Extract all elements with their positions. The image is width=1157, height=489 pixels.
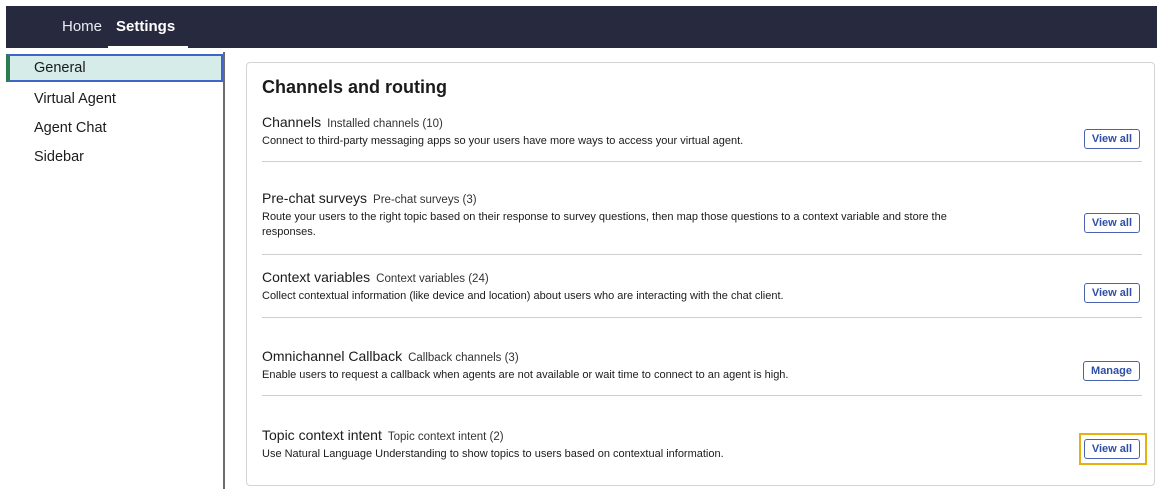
- row-description: Collect contextual information (like dev…: [262, 290, 784, 302]
- nav-settings[interactable]: Settings: [116, 6, 175, 48]
- row-title: Channels: [262, 114, 322, 130]
- active-tab-indicator: [108, 46, 188, 49]
- row-divider: [262, 161, 1142, 162]
- sidebar-item-agent-chat[interactable]: Agent Chat: [6, 114, 223, 142]
- page-title: Channels and routing: [262, 77, 448, 97]
- channels-routing-card: Channels and routing Channels Installed c…: [246, 62, 1155, 486]
- settings-row-topic-context-intent: Topic context intent Topic context intent…: [262, 427, 1142, 462]
- row-subtitle: Context variables (24): [376, 273, 489, 285]
- channels-view-all-button[interactable]: View all: [1083, 129, 1140, 149]
- settings-row-context-variables: Context variables Context variables (24) …: [262, 269, 1142, 304]
- nav-home[interactable]: Home: [62, 6, 102, 48]
- row-subtitle: Installed channels (10): [327, 118, 443, 130]
- row-description: Connect to third-party messaging apps so…: [262, 135, 744, 147]
- row-title: Context variables: [262, 269, 371, 285]
- row-description: Route your users to the right topic base…: [262, 211, 947, 238]
- row-description: Use Natural Language Understanding to sh…: [262, 448, 724, 460]
- settings-row-channels: Channels Installed channels (10) Connect …: [262, 114, 1142, 149]
- context-variables-view-all-button[interactable]: View all: [1083, 283, 1140, 303]
- row-subtitle: Pre-chat surveys (3): [373, 194, 477, 206]
- top-navigation-bar: Home Settings: [6, 6, 1157, 49]
- sidebar-item-sidebar[interactable]: Sidebar: [6, 143, 223, 171]
- row-subtitle: Topic context intent (2): [387, 431, 504, 443]
- row-divider: [262, 395, 1142, 396]
- sidebar: General Virtual Agent Agent Chat Sidebar: [6, 52, 223, 489]
- row-divider: [262, 254, 1142, 255]
- omnichannel-callback-manage-button[interactable]: Manage: [1083, 361, 1140, 381]
- row-subtitle: Callback channels (3): [408, 352, 519, 364]
- pre-chat-surveys-view-all-button[interactable]: View all: [1083, 213, 1140, 233]
- sidebar-item-virtual-agent[interactable]: Virtual Agent: [6, 85, 223, 113]
- settings-row-pre-chat-surveys: Pre-chat surveys Pre-chat surveys (3) Rou…: [262, 190, 1142, 240]
- row-title: Pre-chat surveys: [262, 190, 368, 206]
- sidebar-item-general[interactable]: General: [6, 54, 223, 82]
- row-description: Enable users to request a callback when …: [262, 369, 789, 381]
- focus-highlight: [1079, 433, 1147, 465]
- settings-row-omnichannel-callback: Omnichannel Callback Callback channels (3…: [262, 348, 1142, 383]
- row-divider: [262, 317, 1142, 318]
- row-title: Omnichannel Callback: [262, 348, 403, 364]
- sidebar-divider: [223, 52, 225, 489]
- row-title: Topic context intent: [262, 427, 382, 443]
